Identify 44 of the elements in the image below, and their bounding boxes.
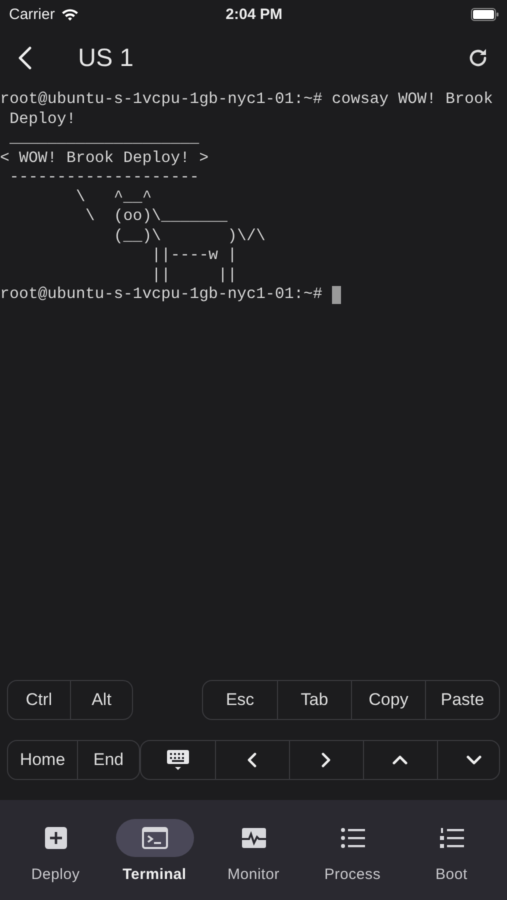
terminal-line: (__)\ )\/\ <box>112 226 266 246</box>
text-cursor <box>332 286 341 304</box>
key-button[interactable]: Alt <box>70 681 132 719</box>
numbered-list-icon <box>438 827 464 849</box>
terminal-line: \ (oo)\_______ <box>84 207 228 226</box>
tab-item[interactable]: Boot <box>402 800 501 900</box>
refresh-button[interactable] <box>467 47 489 69</box>
key-button[interactable]: Ctrl <box>8 681 70 719</box>
refresh-icon <box>467 47 489 69</box>
carrier-name: Carrier <box>9 6 55 22</box>
terminal-icon <box>142 827 168 849</box>
terminal-line: \ ^__^ <box>74 188 152 207</box>
back-button[interactable] <box>18 46 32 70</box>
terminal-line: Deploy! <box>8 110 76 129</box>
back-icon <box>18 46 32 70</box>
terminal-line: root@ubuntu-s-1vcpu-1gb-nyc1-01:~# cowsay WOW! Brook <box>0 90 493 110</box>
pulse-icon <box>240 827 266 849</box>
clock-time: 2:04 PM <box>224 6 284 22</box>
key-button[interactable]: Esc <box>203 681 277 719</box>
chevron-right-icon <box>321 752 332 768</box>
terminal-prompt: root@ubuntu-s-1vcpu-1gb-nyc1-01:~# <box>0 285 324 304</box>
tab-item[interactable]: Process <box>303 800 402 900</box>
tab-item[interactable]: Deploy <box>6 800 105 900</box>
chevron-up-icon <box>392 755 408 765</box>
key-button[interactable]: Home <box>8 741 77 779</box>
key-button[interactable]: Tab <box>277 681 351 719</box>
server-title: US 1 <box>78 44 135 72</box>
chevron-left-icon <box>247 752 258 768</box>
tab-item[interactable]: Monitor <box>204 800 303 900</box>
key-button[interactable]: Paste <box>425 681 499 719</box>
tab-item[interactable]: Terminal <box>105 800 204 900</box>
terminal-line: < WOW! Brook Deploy! > <box>0 148 209 168</box>
list-icon <box>340 827 366 849</box>
terminal-line: -------------------- <box>8 168 200 188</box>
chevron-down-icon <box>466 755 482 765</box>
terminal-line: || || <box>150 266 237 285</box>
terminal-line: ____________________ <box>8 129 200 148</box>
key-button[interactable]: Copy <box>351 681 425 719</box>
key-button[interactable]: End <box>76 741 139 779</box>
keyboard-icon <box>166 748 190 772</box>
wifi-icon <box>60 8 79 20</box>
battery-icon <box>470 8 499 20</box>
terminal-line: ||----w | <box>150 246 237 266</box>
plus-icon <box>44 826 68 850</box>
